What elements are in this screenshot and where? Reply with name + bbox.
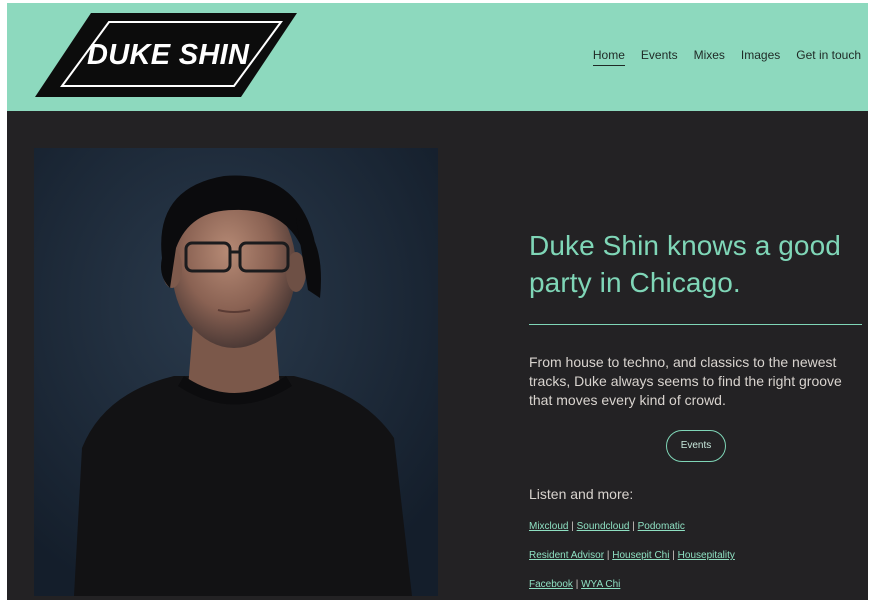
links-row-2: Resident Advisor | Housepit Chi | Housep…: [529, 550, 735, 561]
nav-images[interactable]: Images: [741, 48, 780, 66]
page: DUKE SHIN Home Events Mixes Images Get i…: [7, 3, 868, 600]
logo-text: DUKE SHIN: [87, 39, 250, 71]
events-button[interactable]: Events: [666, 430, 726, 462]
portrait-photo: [34, 148, 438, 596]
portrait-illustration: [34, 148, 438, 596]
links-row-1: Mixcloud | Soundcloud | Podomatic: [529, 521, 685, 532]
hero-intro: From house to techno, and classics to th…: [529, 354, 842, 408]
divider: [529, 324, 862, 325]
hero-headline: Duke Shin knows a good party in Chicago.: [529, 230, 841, 298]
nav-home[interactable]: Home: [592, 48, 625, 66]
nav-get-in-touch[interactable]: Get in touch: [796, 48, 861, 66]
site-logo[interactable]: DUKE SHIN: [35, 13, 297, 97]
main-nav: Home Events Mixes Images Get in touch: [577, 48, 861, 66]
site-header: DUKE SHIN Home Events Mixes Images Get i…: [7, 3, 868, 111]
link-mixcloud[interactable]: Mixcloud: [529, 521, 568, 532]
hero-content: Duke Shin knows a good party in Chicago.…: [529, 227, 863, 502]
link-facebook[interactable]: Facebook: [529, 579, 573, 590]
link-wya-chi[interactable]: WYA Chi: [581, 579, 620, 590]
link-housepit-chi[interactable]: Housepit Chi: [612, 550, 669, 561]
nav-mixes[interactable]: Mixes: [694, 48, 725, 66]
link-resident-advisor[interactable]: Resident Advisor: [529, 550, 604, 561]
link-soundcloud[interactable]: Soundcloud: [577, 521, 630, 532]
link-podomatic[interactable]: Podomatic: [638, 521, 685, 532]
nav-events[interactable]: Events: [641, 48, 678, 66]
listen-heading: Listen and more:: [529, 486, 634, 502]
link-housepitality[interactable]: Housepitality: [678, 550, 735, 561]
links-row-3: Facebook | WYA Chi: [529, 579, 620, 590]
